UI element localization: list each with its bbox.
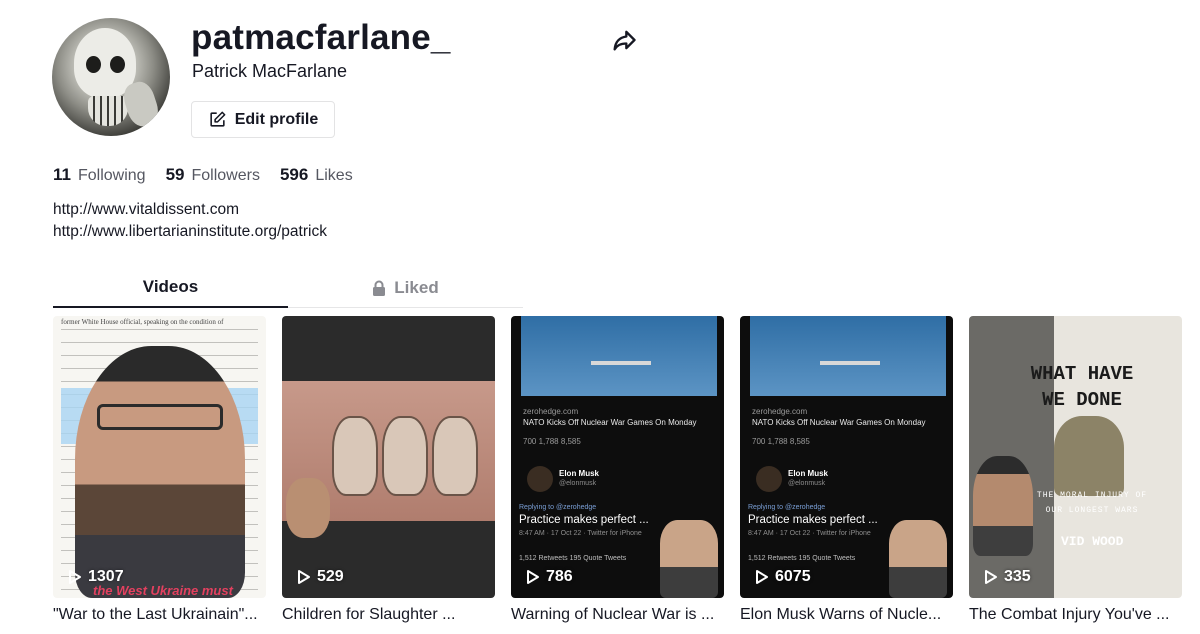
thumb-tweet-headline: zerohedge.com NATO Kicks Off Nuclear War… <box>523 407 697 446</box>
profile-username: patmacfarlane_ <box>191 18 451 57</box>
video-caption[interactable]: Children for Slaughter ... <box>282 606 495 624</box>
profile-avatar[interactable] <box>52 18 170 136</box>
share-arrow-icon[interactable] <box>610 26 638 54</box>
stat-value: 11 <box>53 165 71 184</box>
bio-links: http://www.vitaldissent.com http://www.l… <box>53 199 327 243</box>
play-icon <box>527 570 539 584</box>
thumb-presenter <box>973 456 1033 556</box>
play-count: 786 <box>525 568 573 586</box>
tab-videos[interactable]: Videos <box>53 268 288 308</box>
thumb-book-title: WHAT HAVE WE DONE <box>1030 363 1134 411</box>
play-icon <box>756 570 768 584</box>
thumb-presenter <box>660 520 718 598</box>
video-card[interactable]: zerohedge.com NATO Kicks Off Nuclear War… <box>511 316 724 624</box>
video-thumbnail[interactable]: zerohedge.com NATO Kicks Off Nuclear War… <box>740 316 953 598</box>
edit-square-icon <box>210 111 226 127</box>
profile-full-name: Patrick MacFarlane <box>192 61 348 81</box>
stat-likes: 596 Likes <box>280 165 353 185</box>
play-count: 529 <box>296 568 344 586</box>
thumb-document-text: former White House official, speaking on… <box>61 318 224 326</box>
edit-profile-button[interactable]: Edit profile <box>191 101 335 138</box>
tab-label: Videos <box>142 277 199 296</box>
stat-label: Following <box>77 167 146 184</box>
video-grid: former White House official, speaking on… <box>53 316 1182 624</box>
play-count-value: 1307 <box>88 568 124 585</box>
stat-followers[interactable]: 59 Followers <box>166 165 260 185</box>
play-count-value: 529 <box>317 568 344 585</box>
video-thumbnail[interactable]: former White House official, speaking on… <box>53 316 266 598</box>
profile-tabs: Videos Liked <box>53 268 523 308</box>
thumb-book-author: VID WOOD <box>1061 534 1124 549</box>
profile-stats: 11 Following 59 Followers 596 Likes <box>53 165 353 185</box>
video-caption[interactable]: Elon Musk Warns of Nucle... <box>740 606 953 624</box>
play-icon <box>985 570 997 584</box>
play-count: 6075 <box>754 568 811 586</box>
tab-liked[interactable]: Liked <box>288 268 523 307</box>
video-card[interactable]: zerohedge.com NATO Kicks Off Nuclear War… <box>740 316 953 624</box>
video-card[interactable]: WHAT HAVE WE DONE THE MORAL INJURY OF OU… <box>969 316 1182 624</box>
play-count-value: 335 <box>1004 568 1031 585</box>
play-icon <box>69 570 81 584</box>
play-count-value: 786 <box>546 568 573 585</box>
edit-profile-label: Edit profile <box>234 110 319 128</box>
tab-label: Liked <box>394 277 439 297</box>
lock-icon <box>373 280 386 296</box>
video-card[interactable]: 529 Children for Slaughter ... <box>282 316 495 624</box>
video-thumbnail[interactable]: 529 <box>282 316 495 598</box>
video-thumbnail[interactable]: zerohedge.com NATO Kicks Off Nuclear War… <box>511 316 724 598</box>
stat-value: 596 <box>279 165 309 184</box>
play-count: 335 <box>983 568 1031 586</box>
stat-value: 59 <box>165 165 185 184</box>
thumb-presenter <box>286 478 330 538</box>
video-card[interactable]: former White House official, speaking on… <box>53 316 266 624</box>
tweet-avatar <box>527 466 553 492</box>
video-thumbnail[interactable]: WHAT HAVE WE DONE THE MORAL INJURY OF OU… <box>969 316 1182 598</box>
thumb-presenter <box>75 346 245 598</box>
tweet-avatar <box>756 466 782 492</box>
video-caption[interactable]: "War to the Last Ukrainain"... <box>53 606 266 624</box>
bio-link[interactable]: http://www.vitaldissent.com <box>53 199 327 221</box>
stat-label: Likes <box>315 167 353 184</box>
stat-following[interactable]: 11 Following <box>53 165 146 185</box>
stat-label: Followers <box>191 167 260 184</box>
thumb-presenter <box>889 520 947 598</box>
bio-link[interactable]: http://www.libertarianinstitute.org/patr… <box>53 221 327 243</box>
play-icon <box>298 570 310 584</box>
thumb-book-subtitle: THE MORAL INJURY OF OUR LONGEST WARS <box>1036 491 1148 515</box>
video-caption[interactable]: Warning of Nuclear War is ... <box>511 606 724 624</box>
play-count: 1307 <box>67 568 124 586</box>
video-caption[interactable]: The Combat Injury You've ... <box>969 606 1182 624</box>
play-count-value: 6075 <box>775 568 811 585</box>
thumb-tweet-headline: zerohedge.com NATO Kicks Off Nuclear War… <box>752 407 926 446</box>
